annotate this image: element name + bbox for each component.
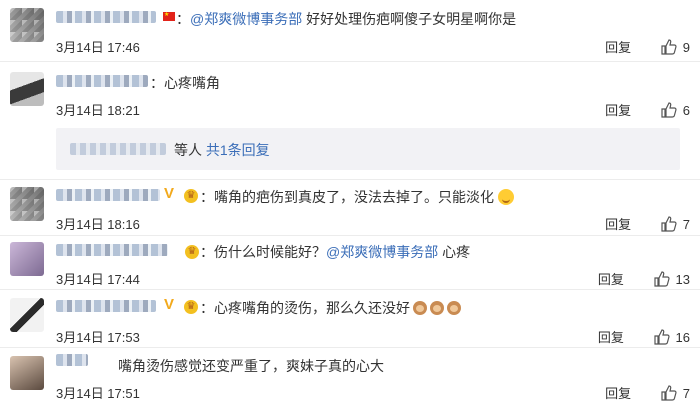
like-button[interactable]: 6 xyxy=(661,102,690,118)
username-blurred[interactable] xyxy=(56,300,156,312)
comment-item: ：@郑爽微博事务部 好好处理伤疤啊傻子女明星啊你是 3月14日 17:46 回复… xyxy=(0,0,700,62)
reply-button[interactable]: 回复 xyxy=(605,103,631,118)
username-blurred[interactable] xyxy=(56,75,148,87)
comment-item: V ♛ ：心疼嘴角的烫伤，那么久还没好 3月14日 17:53 回复 16 xyxy=(0,290,700,348)
sub-reply-summary: 等人 共1条回复 xyxy=(174,142,270,158)
mention-link[interactable]: @郑爽微博事务部 xyxy=(326,244,438,260)
comment-item: ：心疼嘴角 3月14日 18:21 回复 6 等人 共1条回复 xyxy=(0,62,700,180)
comment-text: ：伤什么时候能好？@郑爽微博事务部 心疼 xyxy=(200,244,471,260)
username-blurred[interactable] xyxy=(56,354,88,366)
comment-text: ：心疼嘴角的烫伤，那么久还没好 xyxy=(200,298,461,318)
thumbs-up-icon xyxy=(661,102,677,118)
like-button[interactable]: 7 xyxy=(661,216,690,232)
comment-item: ♛ ：伤什么时候能好？@郑爽微博事务部 心疼 3月14日 17:44 回复 13 xyxy=(0,236,700,290)
comment-text: 嘴角烫伤感觉还变严重了，爽妹子真的心大 xyxy=(118,358,384,374)
reply-button[interactable]: 回复 xyxy=(605,40,631,55)
thumbs-up-icon xyxy=(661,39,677,55)
monkey-emoji-icon xyxy=(430,301,444,315)
reply-button[interactable]: 回复 xyxy=(598,330,624,345)
reply-button[interactable]: 回复 xyxy=(605,386,631,401)
comment-actions: 回复 16 xyxy=(598,327,690,346)
comment-time: 3月14日 17:44 xyxy=(56,272,140,287)
comment-time: 3月14日 17:53 xyxy=(56,330,140,345)
thumbs-up-icon xyxy=(653,271,670,287)
avatar[interactable] xyxy=(10,187,44,221)
v-badge-icon: V xyxy=(164,185,175,202)
mention-link[interactable]: @郑爽微博事务部 xyxy=(190,11,302,27)
sub-reply-users-blurred[interactable] xyxy=(70,143,166,155)
comment-text: ：心疼嘴角 xyxy=(150,75,220,91)
thumbs-up-icon xyxy=(661,216,677,232)
like-button[interactable]: 16 xyxy=(653,329,690,345)
comment-time: 3月14日 17:51 xyxy=(56,386,140,401)
avatar[interactable] xyxy=(10,72,44,106)
reply-button[interactable]: 回复 xyxy=(605,217,631,232)
reply-button[interactable]: 回复 xyxy=(598,272,624,287)
comment-time: 3月14日 17:46 xyxy=(56,40,140,55)
monkey-emoji-icon xyxy=(413,301,427,315)
comment-actions: 回复 13 xyxy=(598,269,690,288)
avatar[interactable] xyxy=(10,298,44,332)
v-badge-icon: V xyxy=(164,296,175,313)
like-button[interactable]: 9 xyxy=(661,39,690,55)
comment-time: 3月14日 18:21 xyxy=(56,103,140,118)
username-blurred[interactable] xyxy=(56,11,156,23)
monkey-emoji-icon xyxy=(447,301,461,315)
avatar[interactable] xyxy=(10,8,44,42)
username-blurred[interactable] xyxy=(56,189,160,201)
comment-item: V ♛ ：嘴角的疤伤到真皮了，没法去掉了。只能淡化 3月14日 18:16 回复… xyxy=(0,180,700,236)
like-button[interactable]: 13 xyxy=(653,271,690,287)
comment-actions: 回复 9 xyxy=(605,37,690,56)
level-badge-icon: ♛ xyxy=(184,189,198,203)
comment-actions: 回复 6 xyxy=(605,100,690,119)
thumbs-up-icon xyxy=(661,385,677,401)
china-flag-icon xyxy=(163,12,175,21)
avatar[interactable] xyxy=(10,356,44,390)
comment-actions: 回复 7 xyxy=(605,214,690,233)
comment-text: ：@郑爽微博事务部 好好处理伤疤啊傻子女明星啊你是 xyxy=(176,11,517,27)
smile-emoji-icon xyxy=(497,189,514,205)
level-badge-icon: ♛ xyxy=(184,300,198,314)
comment-text: ：嘴角的疤伤到真皮了，没法去掉了。只能淡化 xyxy=(200,187,514,207)
comment-actions: 回复 7 xyxy=(605,383,690,402)
like-button[interactable]: 7 xyxy=(661,385,690,401)
sub-reply-box: 等人 共1条回复 xyxy=(56,128,680,170)
level-badge-icon: ♛ xyxy=(185,245,199,259)
comment-item: 嘴角烫伤感觉还变严重了，爽妹子真的心大 3月14日 17:51 回复 7 xyxy=(0,348,700,409)
comment-time: 3月14日 18:16 xyxy=(56,217,140,232)
avatar[interactable] xyxy=(10,242,44,276)
thumbs-up-icon xyxy=(653,329,670,345)
username-blurred[interactable] xyxy=(56,244,168,256)
view-replies-link[interactable]: 共1条回复 xyxy=(206,142,270,158)
